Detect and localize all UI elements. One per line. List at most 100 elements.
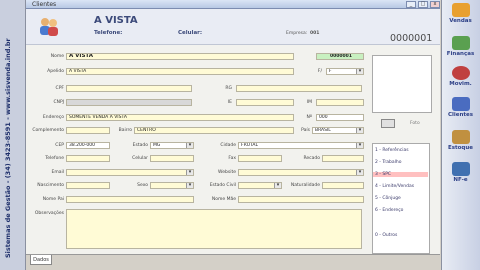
- bairro-label: Bairro: [118, 128, 132, 133]
- nav-outros[interactable]: 0 - Outros: [375, 233, 397, 238]
- sexo-label: Sexo: [137, 183, 148, 188]
- rg-field[interactable]: [236, 85, 362, 92]
- cnpj-label: CNPJ: [53, 100, 64, 105]
- cep-field[interactable]: 38.200-000: [66, 142, 110, 149]
- nome-mae-field[interactable]: [238, 196, 364, 203]
- nome-mae-label: Nome Mãe: [211, 197, 236, 202]
- celular-label-field: Celular: [132, 156, 148, 161]
- pais-label: País: [301, 128, 310, 133]
- estado-select[interactable]: MG: [150, 142, 194, 149]
- client-name-display: A VISTA: [94, 15, 138, 26]
- email-label: Email: [51, 170, 65, 175]
- photo-toolbar-button[interactable]: [381, 119, 395, 128]
- minimize-icon[interactable]: _: [406, 1, 416, 8]
- im-label: IM: [306, 100, 312, 105]
- cpf-field[interactable]: [66, 85, 192, 92]
- users-icon: [40, 18, 58, 36]
- nfe-icon: [451, 162, 470, 176]
- nascimento-label: Nascimento: [37, 183, 64, 188]
- nav-conjuge[interactable]: 5 - Cônjuge: [375, 196, 401, 201]
- banner-text: Sistemas de Gestão - (34) 3423-8591 - ww…: [4, 38, 12, 258]
- endereco-label: Endereço: [42, 115, 64, 120]
- module-estoque[interactable]: Estoque: [441, 130, 480, 151]
- module-movim-label: Movim.: [449, 81, 472, 87]
- window-title: Clientes: [32, 1, 57, 8]
- naturalidade-field[interactable]: [322, 182, 364, 189]
- im-field[interactable]: [316, 99, 364, 106]
- estado-civil-select[interactable]: [238, 182, 282, 189]
- code-field[interactable]: 0000001: [316, 53, 364, 60]
- email-field[interactable]: [66, 169, 194, 176]
- cnpj-field[interactable]: [66, 99, 192, 106]
- nav-limite-vendas[interactable]: 4 - Limite/Vendas: [375, 184, 414, 189]
- module-vendas-label: Vendas: [449, 18, 472, 24]
- maximize-icon[interactable]: □: [418, 1, 428, 8]
- tab-bar: [26, 254, 440, 270]
- module-movim[interactable]: Movim.: [441, 66, 480, 87]
- sexo-select[interactable]: [150, 182, 194, 189]
- nome-pai-field[interactable]: [66, 196, 194, 203]
- tab-dados[interactable]: Dados: [30, 255, 52, 265]
- cep-label: CEP: [55, 143, 64, 148]
- nav-trabalho[interactable]: 2 - Trabalho: [375, 160, 402, 165]
- cidade-label: Cidade: [220, 143, 236, 148]
- vertical-banner: Sistemas de Gestão - (34) 3423-8591 - ww…: [0, 0, 26, 270]
- endereco-field[interactable]: SOMENTE VENDA A VISTA: [66, 114, 294, 121]
- website-field[interactable]: [238, 169, 364, 176]
- module-nfe-label: NF-e: [453, 177, 468, 183]
- window-titlebar: Clientes _ □ x: [26, 0, 440, 9]
- recado-label: Recado: [303, 156, 320, 161]
- numero-field[interactable]: 000: [316, 114, 364, 121]
- money-icon: [451, 36, 470, 50]
- photo-frame[interactable]: [372, 55, 432, 113]
- apelido-field[interactable]: A VISTA: [66, 68, 294, 75]
- rg-label: RG: [225, 86, 232, 91]
- naturalidade-label: Naturalidade: [290, 183, 320, 188]
- apelido-label: Apelido: [47, 69, 64, 74]
- cpf-label: CPF: [55, 86, 64, 91]
- nascimento-field[interactable]: [66, 182, 110, 189]
- celular-label: Celular:: [178, 30, 203, 36]
- empresa-label: Empresa:: [286, 31, 308, 36]
- magnifier-icon: [451, 66, 470, 80]
- users-icon: [451, 97, 470, 111]
- close-icon[interactable]: x: [430, 1, 440, 8]
- box-icon: [451, 130, 470, 144]
- nav-endereco[interactable]: 6 - Endereço: [375, 208, 403, 213]
- telefone-label-field: Telefone: [45, 156, 64, 161]
- cart-icon: [451, 3, 470, 17]
- fax-field[interactable]: [238, 155, 282, 162]
- module-vendas[interactable]: Vendas: [441, 3, 480, 24]
- nav-spc[interactable]: 3 - SPC: [373, 172, 428, 177]
- fax-label: Fax: [228, 156, 236, 161]
- estado-civil-label: Estado Civil: [209, 183, 236, 188]
- module-clientes[interactable]: Clientes: [441, 97, 480, 118]
- estado-label: Estado: [132, 143, 148, 148]
- pais-select[interactable]: BRASIL: [312, 127, 364, 134]
- empresa-value: 001: [310, 31, 320, 36]
- module-financas-label: Finanças: [446, 51, 475, 57]
- recado-field[interactable]: [322, 155, 364, 162]
- module-nfe[interactable]: NF-e: [441, 162, 480, 183]
- module-financas[interactable]: Finanças: [441, 36, 480, 57]
- celular-field[interactable]: [150, 155, 194, 162]
- telefone-label: Telefone:: [94, 30, 123, 36]
- nome-label: Nome: [50, 54, 64, 59]
- numero-label: Nº: [306, 115, 313, 120]
- nome-field[interactable]: A VISTA: [66, 53, 294, 60]
- pf-label: F/: [317, 69, 322, 74]
- module-clientes-label: Clientes: [447, 112, 474, 118]
- observacoes-label: Observações: [34, 211, 64, 216]
- nav-referencias[interactable]: 1 - Referências: [375, 148, 409, 153]
- cidade-select[interactable]: FRUTAL: [238, 142, 364, 149]
- module-estoque-label: Estoque: [447, 145, 474, 151]
- website-label: Website: [218, 170, 236, 175]
- telefone-field[interactable]: [66, 155, 110, 162]
- client-code-display: 0000001: [390, 33, 433, 44]
- nome-pai-label: Nome Pai: [42, 197, 64, 202]
- record-header: [26, 9, 440, 45]
- pf-select[interactable]: F: [326, 68, 364, 75]
- ie-label: IE: [227, 100, 232, 105]
- observacoes-field[interactable]: [66, 209, 362, 249]
- complemento-label: Complemento: [32, 128, 64, 133]
